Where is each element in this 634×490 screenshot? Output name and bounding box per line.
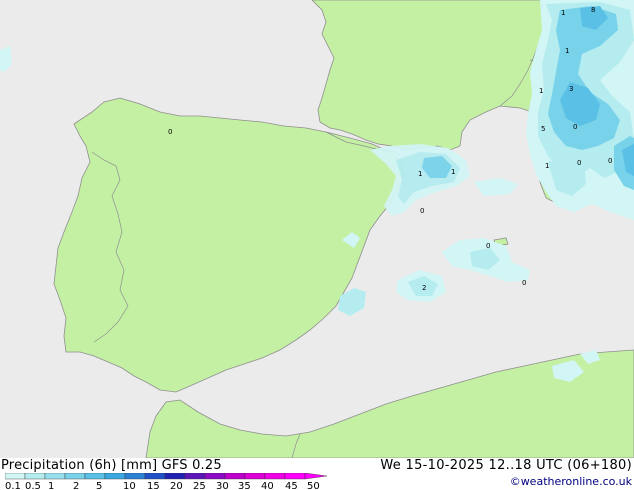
- scale-color-box: [284, 473, 306, 480]
- scale-color-box: [24, 473, 46, 480]
- value-label: 0: [522, 279, 526, 287]
- scale-color-box: [224, 473, 246, 480]
- scale-tick-label: 45: [285, 481, 298, 490]
- scale-tick-label: 15: [147, 481, 160, 490]
- value-label: 0: [577, 159, 581, 167]
- scale-color-box: [5, 473, 26, 480]
- value-label: 1: [565, 47, 569, 55]
- scale-tick-label: 20: [170, 481, 183, 490]
- scale-color-box: [104, 473, 126, 480]
- value-label: 0: [573, 123, 577, 131]
- scale-tick-label: 50: [307, 481, 320, 490]
- valid-time: We 15-10-2025 12..18 UTC (06+180): [380, 458, 632, 473]
- scale-tick-labels: 0.1 0.5 1 2 5 10 15 20 25 30 35 40 45 50: [5, 481, 320, 490]
- value-label: 0: [420, 207, 424, 215]
- scale-overflow-arrow: [304, 473, 328, 480]
- scale-color-box: [84, 473, 106, 480]
- precipitation-map: 0 1 1 0 0 2 0 1 8 1 1 3 5 0 1 0 0: [0, 0, 634, 458]
- value-label: 1: [561, 9, 565, 17]
- scale-color-box: [124, 473, 146, 480]
- site-credit[interactable]: ©weatheronline.co.uk: [510, 475, 632, 488]
- value-label: 0: [486, 242, 490, 250]
- precipitation-color-scale: 0.1 0.5 1 2 5 10 15 20 25 30 35 40 45 50: [5, 473, 328, 490]
- value-label: 0: [608, 157, 612, 165]
- scale-tick-label: 40: [261, 481, 274, 490]
- scale-tick-label: 30: [216, 481, 229, 490]
- map-footer: Precipitation (6h) [mm] GFS 0.25 We 15-1…: [0, 458, 634, 490]
- scale-color-box: [144, 473, 166, 480]
- scale-color-boxes: [5, 473, 328, 480]
- value-label: 1: [539, 87, 543, 95]
- scale-tick-label: 35: [238, 481, 251, 490]
- scale-tick-label: 0.1: [5, 481, 21, 490]
- scale-color-box: [184, 473, 206, 480]
- scale-tick-label: 25: [193, 481, 206, 490]
- value-label: 1: [451, 168, 455, 176]
- scale-tick-label: 5: [96, 481, 102, 490]
- value-label: 3: [569, 85, 573, 93]
- value-label: 5: [541, 125, 545, 133]
- scale-tick-label: 0.5: [25, 481, 41, 490]
- scale-tick-label: 2: [73, 481, 79, 490]
- scale-color-box: [244, 473, 266, 480]
- map-title: Precipitation (6h) [mm] GFS 0.25: [1, 458, 222, 473]
- value-label: 2: [422, 284, 426, 292]
- scale-tick-label: 10: [123, 481, 136, 490]
- scale-color-box: [264, 473, 286, 480]
- scale-tick-label: 1: [48, 481, 54, 490]
- value-label: 8: [591, 6, 595, 14]
- scale-color-box: [44, 473, 66, 480]
- value-label: 1: [418, 170, 422, 178]
- scale-color-box: [64, 473, 86, 480]
- value-label: 1: [545, 162, 549, 170]
- scale-color-box: [164, 473, 186, 480]
- scale-color-box: [204, 473, 226, 480]
- value-label: 0: [168, 128, 172, 136]
